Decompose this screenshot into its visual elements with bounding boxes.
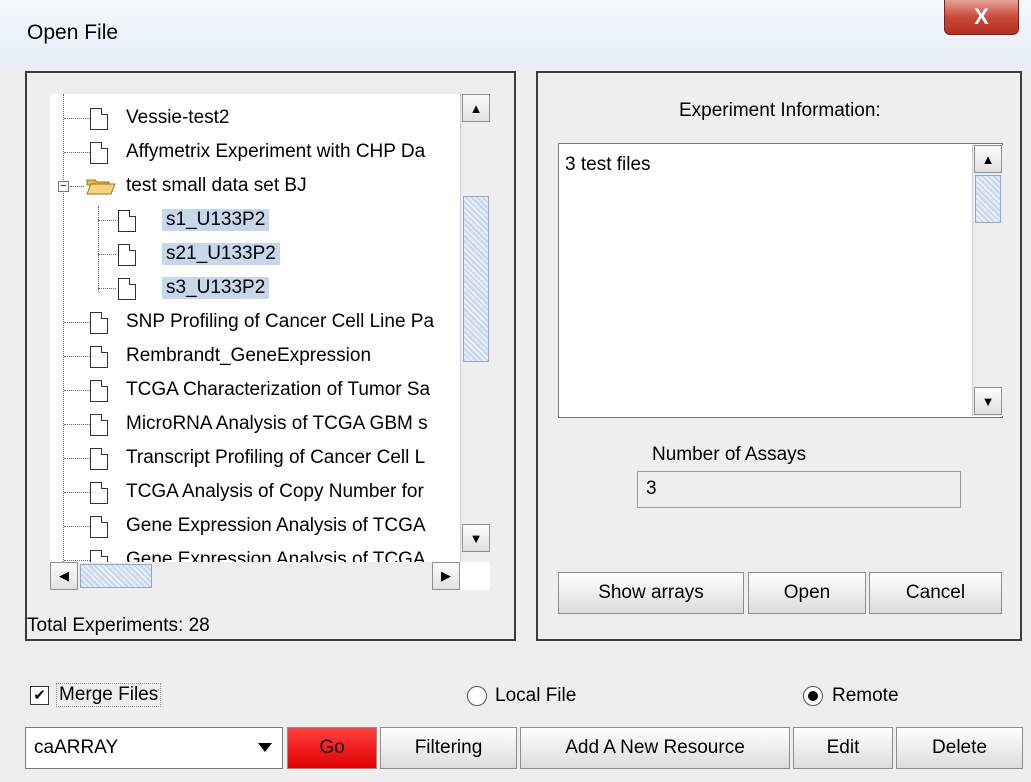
file-icon [90,108,108,130]
go-button[interactable]: Go [287,727,377,769]
open-folder-icon [86,179,116,195]
scroll-left-icon[interactable]: ◀ [50,562,78,590]
scrollbar-thumb[interactable] [975,175,1001,223]
scroll-right-icon[interactable]: ▶ [432,562,460,590]
experiment-info-text[interactable]: 3 test files ▲ ▼ [558,143,1003,418]
scroll-down-icon[interactable]: ▼ [462,524,490,552]
tree-connector [64,356,90,357]
tree-item-label: Rembrandt_GeneExpression [126,345,372,366]
tree-item[interactable]: TCGA Characterization of Tumor Sa [50,376,490,410]
merge-files-checkbox[interactable]: ✔ [30,686,49,705]
add-resource-button[interactable]: Add A New Resource [520,727,790,769]
file-icon [90,516,108,538]
tree-connector [70,186,84,187]
info-vertical-scrollbar[interactable]: ▲ ▼ [972,145,1003,416]
file-icon [90,414,108,436]
tree-vertical-scrollbar[interactable]: ▲ ▼ [460,94,491,562]
total-experiments: Total Experiments: 28 [27,615,210,636]
remote-label[interactable]: Remote [832,685,899,707]
tree-item-label: Affymetrix Experiment with CHP Da [126,141,426,162]
experiment-tree[interactable]: Vessie-test2 Affymetrix Experiment with … [50,94,490,590]
tree-connector [64,118,90,119]
cancel-button[interactable]: Cancel [869,572,1002,614]
file-icon [118,210,136,232]
tree-connector [98,288,116,289]
close-button[interactable]: X [944,0,1019,35]
assays-field: 3 [637,471,961,508]
tree-connector [98,220,116,221]
file-icon [90,482,108,504]
tree-item-label: test small data set BJ [126,175,307,196]
remote-radio[interactable] [803,686,823,706]
scroll-up-icon[interactable]: ▲ [974,145,1002,173]
file-icon [90,346,108,368]
tree-item[interactable]: MicroRNA Analysis of TCGA GBM s [50,410,490,444]
experiment-info-value: 3 test files [565,154,651,175]
tree-item[interactable]: Affymetrix Experiment with CHP Da [50,138,490,172]
resource-select-value: caARRAY [34,737,119,758]
show-arrays-button[interactable]: Show arrays [558,572,744,614]
tree-item[interactable]: Vessie-test2 [50,104,490,138]
tree-connector [64,390,90,391]
file-icon [90,448,108,470]
file-icon [118,278,136,300]
tree-item-label: Vessie-test2 [126,107,230,128]
file-icon [90,380,108,402]
assays-label: Number of Assays [652,444,807,465]
experiment-info-label: Experiment Information: [679,100,881,121]
file-icon [90,312,108,334]
tree-item[interactable]: SNP Profiling of Cancer Cell Line Pa [50,308,490,342]
tree-connector [64,458,90,459]
tree-connector [98,254,116,255]
tree-item-label: s21_U133P2 [162,243,280,265]
tree-connector [64,492,90,493]
file-icon [90,142,108,164]
scrollbar-thumb[interactable] [463,196,489,362]
filtering-button[interactable]: Filtering [380,727,517,769]
merge-files-label[interactable]: Merge Files [56,683,162,707]
tree-item-label: s1_U133P2 [162,209,270,231]
tree-connector [64,424,90,425]
tree-item-selected[interactable]: s21_U133P2 [50,240,490,274]
tree-horizontal-scrollbar[interactable]: ◀ ▶ [50,562,460,590]
scrollbar-thumb[interactable] [80,564,152,588]
local-file-radio[interactable] [467,686,487,706]
tree-item-label: Transcript Profiling of Cancer Cell L [126,447,426,468]
scroll-up-icon[interactable]: ▲ [462,94,490,122]
tree-item-label: Gene Expression Analysis of TCGA [126,515,426,536]
tree-item[interactable]: TCGA Analysis of Copy Number for [50,478,490,512]
file-icon [118,244,136,266]
tree-item[interactable]: Rembrandt_GeneExpression [50,342,490,376]
tree-folder[interactable]: − test small data set BJ [50,172,490,206]
open-file-dialog: Open File X Vessie-test2 Affymetrix Expe… [0,0,1031,782]
tree-item[interactable]: Transcript Profiling of Cancer Cell L [50,444,490,478]
tree-item-label: s3_U133P2 [162,277,270,299]
tree-item-label: TCGA Characterization of Tumor Sa [126,379,431,400]
chevron-down-icon [258,743,272,752]
collapse-icon[interactable]: − [58,181,69,192]
scroll-down-icon[interactable]: ▼ [974,387,1002,415]
title-bar: Open File X [0,0,1031,66]
tree-item[interactable]: Gene Expression Analysis of TCGA [50,512,490,546]
tree-item-label: SNP Profiling of Cancer Cell Line Pa [126,311,435,332]
open-button[interactable]: Open [748,572,866,614]
tree-item-selected[interactable]: s1_U133P2 [50,206,490,240]
delete-button[interactable]: Delete [896,727,1023,769]
tree-connector [64,322,90,323]
tree-connector [64,560,90,561]
tree-item-label: MicroRNA Analysis of TCGA GBM s [126,413,428,434]
tree-item-label: TCGA Analysis of Copy Number for [126,481,424,502]
tree-item-selected[interactable]: s3_U133P2 [50,274,490,308]
edit-button[interactable]: Edit [793,727,893,769]
local-file-label[interactable]: Local File [495,685,576,707]
tree-connector [64,526,90,527]
resource-select[interactable]: caARRAY [25,727,283,769]
window-title: Open File [27,21,119,44]
tree-connector [64,152,90,153]
